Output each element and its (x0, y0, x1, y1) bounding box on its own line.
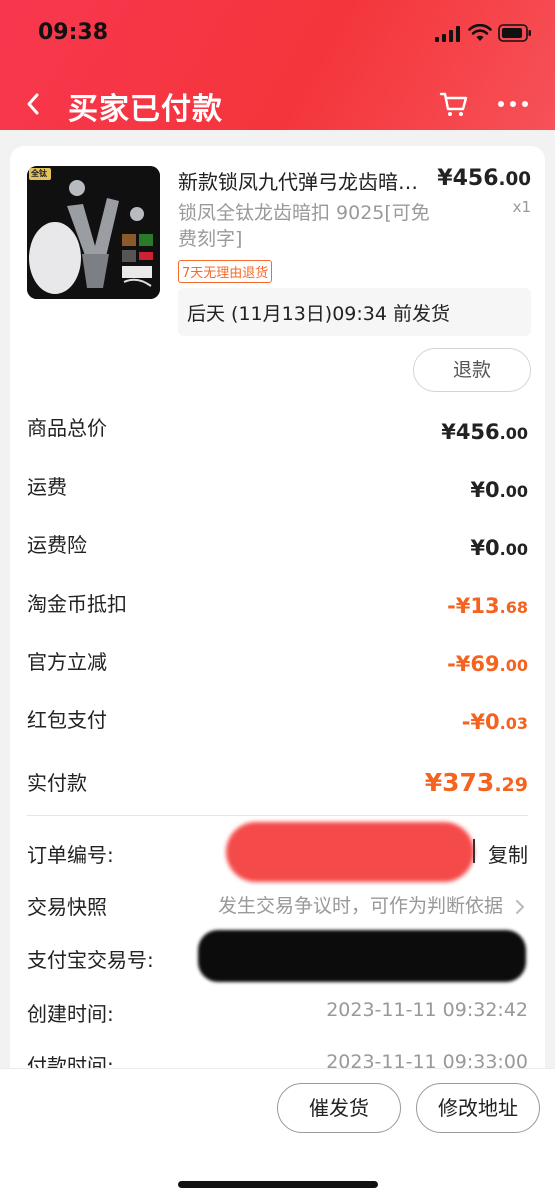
product-badge: 全钛 (31, 169, 47, 178)
price-row-value: ¥0.00 (470, 536, 528, 560)
snapshot-link[interactable]: 发生交易争议时，可作为判断依据 (218, 891, 525, 918)
product-title[interactable]: 新款锁凤九代弹弓龙齿暗… (178, 166, 440, 195)
refund-button[interactable]: 退款 (413, 348, 531, 392)
change-address-button[interactable]: 修改地址 (416, 1083, 540, 1133)
price-cents: .00 (499, 656, 528, 675)
snapshot-hint: 发生交易争议时，可作为判断依据 (217, 895, 503, 917)
chevron-right-icon (516, 899, 525, 914)
shopping-cart-icon[interactable] (438, 88, 470, 120)
price-row-label: 淘金币抵扣 (27, 592, 127, 616)
price-cents: .00 (498, 169, 531, 190)
cellular-signal-icon (435, 26, 460, 42)
home-indicator (178, 1181, 378, 1188)
order-number-redaction (226, 822, 474, 882)
product-spec: 锁凤全钛龙齿暗扣 9025[可免费刻字] (178, 202, 430, 250)
price-cents: .29 (494, 774, 528, 796)
alipay-trade-label: 支付宝交易号: (27, 948, 154, 972)
created-time-value: 2023-11-11 09:32:42 (326, 999, 528, 1021)
copy-separator (473, 839, 475, 863)
snapshot-label: 交易快照 (27, 895, 107, 919)
order-card: 全钛 新款锁凤九代弹弓龙齿暗… ¥456.00 x1 锁凤全钛龙齿暗扣 9025… (10, 146, 545, 1086)
price-row-label: 红包支付 (27, 708, 107, 732)
navigation-bar: 买家已付款 (0, 74, 555, 134)
price-row-label: 运费险 (27, 533, 87, 557)
more-options-icon[interactable] (495, 88, 531, 120)
total-label: 实付款 (27, 771, 87, 795)
price-row-value: ¥456.00 (441, 420, 528, 444)
battery-icon (498, 24, 531, 42)
status-time: 09:38 (38, 20, 109, 45)
total-value: ¥373.29 (424, 768, 528, 797)
urge-shipping-button[interactable]: 催发货 (277, 1083, 401, 1133)
product-price: ¥456.00 (437, 166, 531, 191)
price-cents: .00 (499, 482, 528, 501)
price-row-label: 商品总价 (27, 416, 107, 440)
return-policy-tag: 7天无理由退货 (178, 260, 273, 283)
order-number-label: 订单编号: (27, 843, 114, 867)
price-row-value: -¥13.68 (447, 594, 528, 618)
price-row-label: 运费 (27, 475, 67, 499)
price-row-label: 官方立减 (27, 650, 107, 674)
price-cents: .03 (499, 714, 528, 733)
price-row-value: ¥0.00 (470, 478, 528, 502)
price-row-value: -¥0.03 (461, 710, 528, 734)
price-row-value: -¥69.00 (447, 652, 528, 676)
alipay-trade-redaction (198, 930, 526, 982)
created-time-label: 创建时间: (27, 1002, 114, 1026)
copy-order-number-button[interactable]: 复制 (488, 839, 528, 868)
back-arrow-icon[interactable] (20, 88, 46, 120)
section-divider (27, 815, 528, 816)
shipping-note: 后天 (11月13日)09:34 前发货 (178, 288, 531, 336)
status-bar: 09:38 (0, 0, 555, 60)
page-title: 买家已付款 (68, 92, 223, 127)
bottom-action-bar: 催发货 修改地址 (0, 1068, 555, 1200)
price-cents: .00 (499, 540, 528, 559)
shipping-note-text: 后天 (11月13日)09:34 前发货 (187, 303, 451, 325)
price-cents: .68 (499, 598, 528, 617)
price-cents: .00 (499, 424, 528, 443)
wifi-icon (468, 23, 492, 41)
slingshot-image (27, 166, 160, 299)
product-thumbnail[interactable]: 全钛 (27, 166, 160, 299)
product-quantity: x1 (512, 198, 531, 216)
